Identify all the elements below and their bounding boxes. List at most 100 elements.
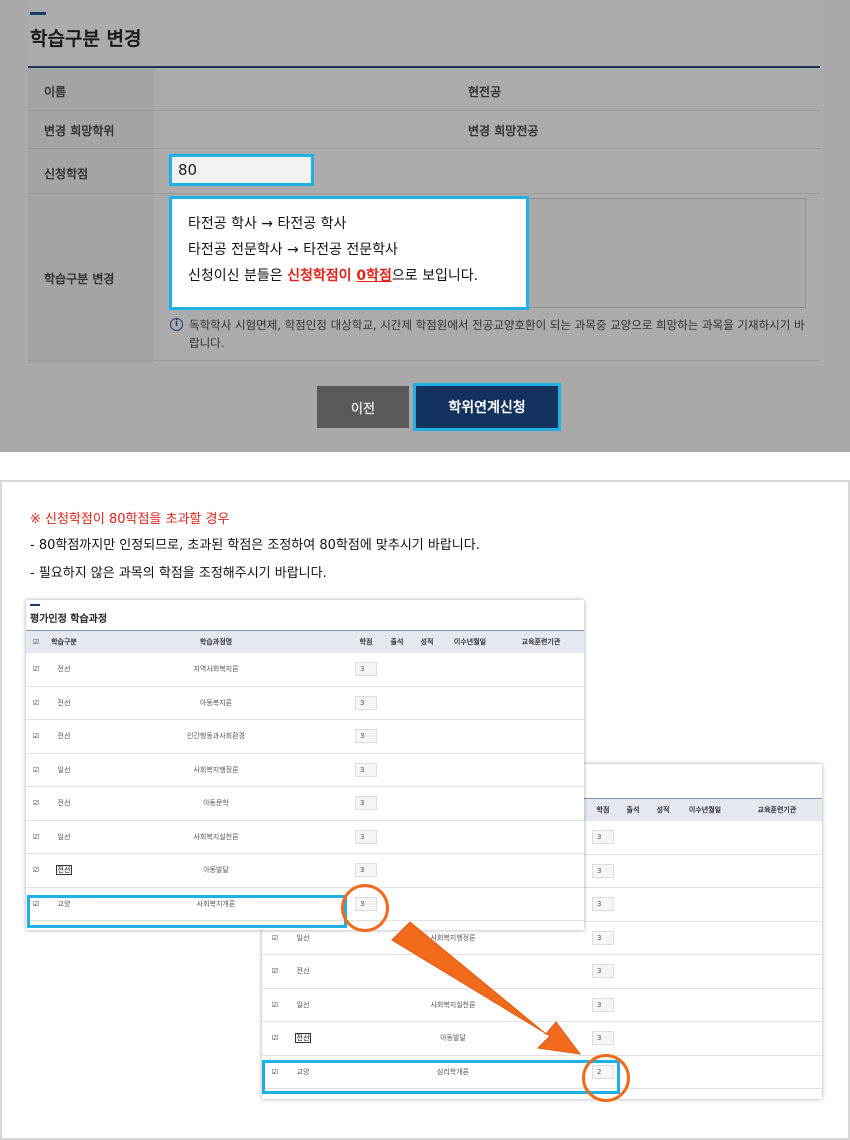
empty-cell [678, 820, 732, 855]
table-row: ☑ 전선 아동발달 3 [262, 1021, 822, 1056]
notice-line-2: - 필요하지 않은 과목의 학점을 조정해주시기 바랍니다. [30, 566, 327, 581]
row-checkbox[interactable]: ☑ [272, 968, 279, 975]
course-name-cell: 아동문학 [82, 786, 350, 821]
row-checkbox[interactable]: ☑ [272, 1035, 279, 1042]
empty-cell [498, 786, 584, 821]
study-type-cell: 전선 [294, 1033, 312, 1044]
empty-cell [442, 686, 498, 720]
header-institution: 교육훈련기관 [732, 798, 822, 821]
table-row: ☑ 일선 사회복지행정론 3 [26, 753, 584, 787]
header-institution: 교육훈련기관 [498, 630, 584, 653]
empty-cell [412, 820, 442, 854]
empty-cell [382, 753, 412, 787]
credits-input[interactable] [172, 157, 311, 183]
empty-cell [412, 853, 442, 888]
header-attendance: 출석 [382, 630, 412, 653]
row-checkbox[interactable]: ☑ [33, 699, 40, 707]
empty-cell [412, 786, 442, 821]
highlight-row-after [262, 1060, 620, 1094]
header-credit: 학점 [588, 798, 618, 821]
header-completion-date: 이수년월일 [678, 798, 732, 821]
current-major-label: 현전공 [468, 85, 502, 99]
empty-cell [498, 652, 584, 687]
credit-input[interactable]: 3 [355, 829, 377, 844]
callout-line-1: 타전공 학사 → 타전공 학사 [188, 216, 347, 232]
callout-text: 신청이신 분들은 [188, 268, 288, 284]
degree-link-apply-button[interactable]: 학위연계신청 [416, 386, 558, 428]
row-checkbox[interactable]: ☑ [33, 867, 40, 874]
credit-input[interactable]: 3 [592, 1031, 614, 1046]
empty-cell [618, 954, 648, 989]
table-row: ☑ 전선 인간행동과사회환경 3 [26, 719, 584, 754]
course-name-cell: 인간행동과사회환경 [82, 719, 350, 754]
notice-title: ※ 신청학점이 80학점을 초과할 경우 [30, 512, 230, 527]
empty-cell [678, 887, 732, 922]
empty-cell [412, 686, 442, 720]
header-study-type: 학습구분 [46, 630, 82, 653]
empty-cell [442, 753, 498, 787]
credit-input[interactable]: 3 [355, 695, 377, 710]
course-name-cell: 사회복지행정론 [82, 753, 350, 787]
table-row: ☑ 전선 아동발달 3 [26, 853, 584, 888]
course-name-cell: 사회복지실천론 [82, 820, 350, 854]
table-screenshot-before: 평가인정 학습과정 ☑ 학습구분 학습과정명 학점 출석 성적 이수년월일 교육… [26, 600, 584, 930]
credit-input[interactable]: 3 [592, 964, 614, 979]
header-grade: 성적 [648, 798, 678, 821]
study-type-cell: 전선 [296, 967, 310, 976]
row-checkbox[interactable]: ☑ [33, 766, 40, 774]
highlight-credit-before [341, 884, 389, 932]
empty-cell [498, 853, 584, 888]
prev-button[interactable]: 이전 [317, 386, 409, 428]
row-checkbox[interactable]: ☑ [272, 1001, 279, 1009]
highlight-credit-after [582, 1054, 630, 1102]
info-text: 독학학사 시험면제, 학점인정 대상학교, 시간제 학점원에서 전공교양호환이 … [189, 318, 805, 350]
empty-cell [498, 887, 584, 921]
credit-input[interactable]: 3 [592, 863, 614, 878]
empty-cell [732, 1055, 822, 1089]
row-checkbox[interactable]: ☑ [33, 666, 40, 673]
desired-major-label: 변경 희망전공 [468, 124, 539, 138]
table-row: ☑ 전선 지역사회복지론 3 [26, 652, 584, 687]
table-header-row: ☑ 학습구분 학습과정명 학점 출석 성적 이수년월일 교육훈련기관 [26, 630, 584, 653]
row-checkbox[interactable]: ☑ [272, 934, 279, 942]
credit-input[interactable]: 3 [355, 762, 377, 777]
credit-input[interactable]: 3 [592, 897, 614, 912]
empty-cell [498, 820, 584, 854]
course-name-cell: 아동발달 [82, 853, 350, 888]
empty-cell [618, 854, 648, 888]
empty-cell [678, 954, 732, 989]
row-checkbox[interactable]: ☑ [33, 733, 40, 740]
table-title: 평가인정 학습과정 [30, 614, 108, 625]
row-checkbox[interactable]: ☑ [33, 833, 40, 841]
header-grade: 성적 [412, 630, 442, 653]
empty-cell [412, 753, 442, 787]
empty-cell [412, 652, 442, 687]
course-name-cell: 아동발달 [318, 1021, 588, 1056]
empty-cell [648, 921, 678, 955]
empty-cell [412, 719, 442, 754]
select-all-checkbox[interactable]: ☑ [33, 638, 40, 646]
course-name-cell: 사회복지실천론 [318, 988, 588, 1022]
credit-input[interactable]: 3 [592, 930, 614, 945]
callout-box: 타전공 학사 → 타전공 학사 타전공 전문학사 → 타전공 전문학사 신청이신… [169, 196, 529, 310]
row-checkbox[interactable]: ☑ [33, 800, 40, 807]
empty-cell [732, 921, 822, 955]
name-label: 이름 [44, 85, 67, 99]
credit-input[interactable]: 3 [355, 863, 377, 878]
empty-cell [382, 652, 412, 687]
header-attendance: 출석 [618, 798, 648, 821]
credit-input[interactable]: 3 [592, 830, 614, 844]
info-icon: i [170, 318, 183, 331]
empty-cell [732, 887, 822, 922]
credit-input[interactable]: 3 [592, 997, 614, 1012]
credits-input-highlight [169, 154, 314, 186]
callout-text-suffix: 으로 보입니다. [391, 268, 479, 284]
empty-cell [498, 753, 584, 787]
study-type-cell: 일선 [296, 1000, 310, 1009]
empty-cell [618, 921, 648, 955]
credit-input[interactable]: 3 [355, 662, 377, 676]
dimmed-form-panel: 학습구분 변경 이름 현전공 변경 희망학위 변경 희망전공 신청학점 학습구분… [0, 0, 850, 452]
credit-input[interactable]: 3 [355, 729, 377, 744]
credit-input[interactable]: 3 [355, 796, 377, 811]
desired-degree-label: 변경 희망학위 [44, 124, 115, 138]
